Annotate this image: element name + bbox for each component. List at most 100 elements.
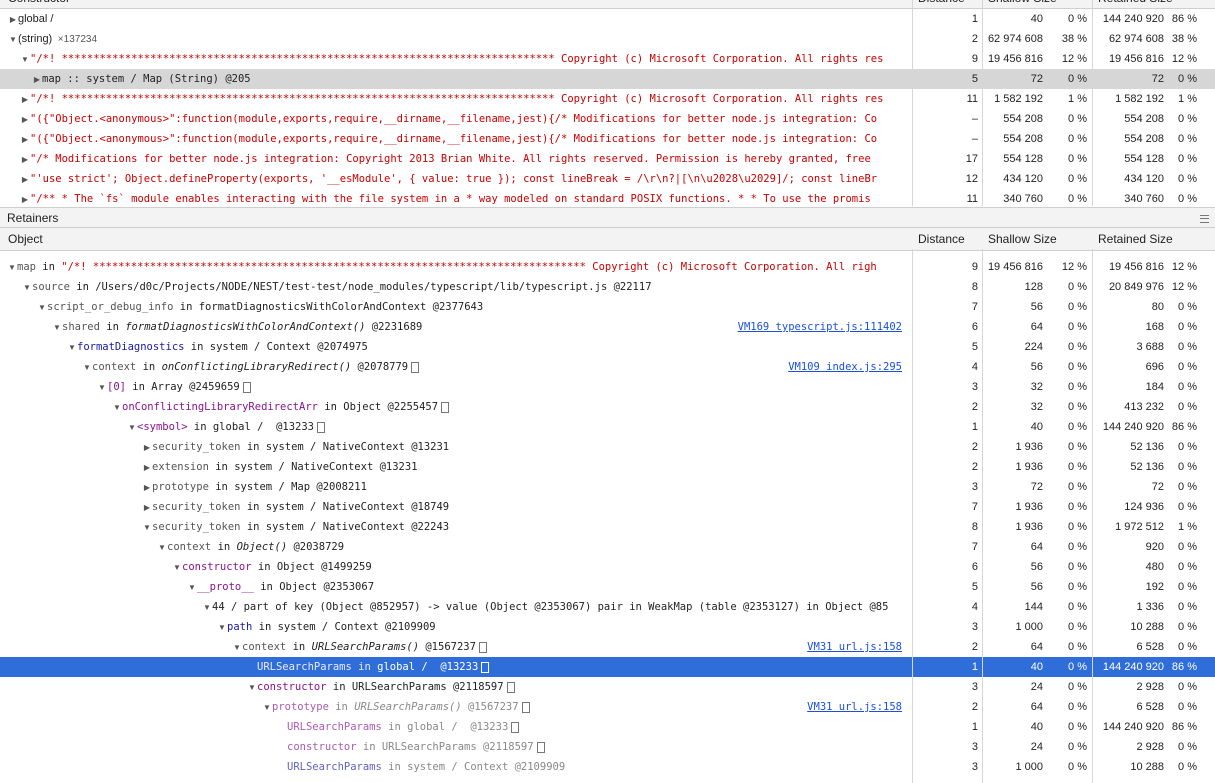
shallow-size-cell: 340 760 [1003,193,1043,205]
constructor-row[interactable]: ▼"/*! **********************************… [0,49,1215,69]
retained-size-cell: 62 974 608 [1108,33,1164,45]
reveal-icon[interactable] [481,661,490,673]
constructor-row[interactable]: ▼(string) ×137234 2 62 974 608 38 % 62 974 6… [0,29,1215,49]
expand-down-icon[interactable]: ▼ [22,278,32,297]
expand-right-icon[interactable]: ▶ [142,458,152,477]
retainer-row[interactable]: ▼path in system / Context @2109909 3 1 000… [0,617,1215,637]
expand-down-icon[interactable]: ▼ [82,358,92,377]
expand-right-icon[interactable]: ▶ [142,498,152,517]
expand-down-icon[interactable]: ▼ [157,538,167,557]
retainer-row[interactable]: ▼security_token in system / NativeContex… [0,517,1215,537]
retainer-row[interactable]: ▼44 / part of key (Object @852957) -> va… [0,597,1215,617]
retainer-row[interactable]: ▶ security_token in system / NativeContex… [0,437,1215,457]
expand-right-icon[interactable]: ▶ [142,478,152,497]
retainer-row[interactable]: ▼<symbol> in global / @13233 1 40 0 % 144 24… [0,417,1215,437]
retained-size-column-header[interactable]: Retained Size [1098,0,1173,8]
retainer-row[interactable]: ▼source in /Users/d0c/Projects/NODE/NEST… [0,277,1215,297]
constructor-row[interactable]: ▶ map :: system / Map (String) @205 5 72 0 %… [0,69,1215,89]
row-text-part: prototype [272,701,329,713]
reveal-icon[interactable] [521,701,530,713]
reveal-icon[interactable] [317,421,326,433]
expand-down-icon[interactable]: ▼ [67,338,77,357]
expand-down-icon[interactable]: ▼ [97,378,107,397]
shallow-size-column-header[interactable]: Shallow Size [988,228,1057,250]
expand-down-icon[interactable]: ▼ [247,678,257,697]
retainer-row[interactable]: ▶ prototype in system / Map @2008211 3 72 0 … [0,477,1215,497]
retainer-row[interactable]: ▼map in "/*! ***************************… [0,257,1215,277]
retainer-row[interactable]: ▼formatDiagnostics in system / Context @… [0,337,1215,357]
constructor-row[interactable]: ▶ "/*! **********************************… [0,89,1215,109]
retainer-row[interactable]: ▼__proto__ in Object @2353067 5 56 0 % 192 0 … [0,577,1215,597]
expand-down-icon[interactable]: ▼ [142,518,152,537]
retainer-row[interactable]: ▼onConflictingLibraryRedirectArr in Obje… [0,397,1215,417]
source-link[interactable]: VM169 typescript.js:111402 [738,317,902,337]
retainer-row[interactable]: ▼context in Object() @2038729 7 64 0 % 920 0 … [0,537,1215,557]
source-link[interactable]: VM31 url.js:158 [807,637,902,657]
retained-size-column-header[interactable]: Retained Size [1098,228,1173,250]
distance-cell: 17 [965,153,978,165]
constructor-row[interactable]: ▶ "/* Modifications for better node.js in… [0,149,1215,169]
expand-down-icon[interactable]: ▼ [8,30,18,49]
expand-right-icon[interactable]: ▶ [20,130,30,149]
expand-right-icon[interactable]: ▶ [20,150,30,169]
constructor-row[interactable]: ▶ "/** * The `fs` module enables interact… [0,189,1215,206]
reveal-icon[interactable] [242,381,251,393]
retained-percent-cell: 0 % [1178,581,1197,593]
menu-icon[interactable] [1200,215,1209,223]
expand-down-icon[interactable]: ▼ [37,298,47,317]
retainer-row[interactable]: URLSearchParams in global / @13233 1 40 0 %… [0,717,1215,737]
reveal-icon[interactable] [478,641,487,653]
expand-down-icon[interactable]: ▼ [52,318,62,337]
expand-down-icon[interactable]: ▼ [202,598,212,617]
row-text-part: in system / Context @2074975 [184,341,368,353]
retainer-row[interactable]: URLSearchParams in global / @13233 1 40 0 %… [0,657,1215,677]
constructor-column-header[interactable]: Constructor [8,0,70,8]
object-column-header[interactable]: Object [8,228,43,250]
retainer-row[interactable]: ▼context in URLSearchParams() @1567237 VM… [0,637,1215,657]
distance-column-header[interactable]: Distance [918,0,965,8]
expand-down-icon[interactable]: ▼ [127,418,137,437]
retainer-row[interactable]: ▼script_or_debug_info in formatDiagnosti… [0,297,1215,317]
reveal-icon[interactable] [411,361,420,373]
retainer-row[interactable]: ▼prototype in URLSearchParams() @1567237… [0,697,1215,717]
retainer-row[interactable]: ▼shared in formatDiagnosticsWithColorAnd… [0,317,1215,337]
expand-down-icon[interactable]: ▼ [112,398,122,417]
expand-down-icon[interactable]: ▼ [187,578,197,597]
source-link[interactable]: VM109 index.js:295 [788,357,902,377]
expand-right-icon[interactable]: ▶ [20,190,30,206]
reveal-icon[interactable] [441,401,450,413]
constructor-row[interactable]: ▶ "({"Object.<anonymous>":function(module… [0,129,1215,149]
constructor-row[interactable]: ▶ global / 1 40 0 % 144 240 920 86 % [0,9,1215,29]
retainer-row[interactable]: ▼[0] in Array @2459659 3 32 0 % 184 0 % [0,377,1215,397]
retainer-row[interactable]: ▶ extension in system / NativeContext @13… [0,457,1215,477]
distance-cell: 7 [971,501,978,513]
retainer-row[interactable]: ▶ security_token in system / NativeContex… [0,497,1215,517]
expand-right-icon[interactable]: ▶ [20,170,30,189]
expand-right-icon[interactable]: ▶ [20,110,30,129]
retainer-row[interactable]: ▼constructor in URLSearchParams @2118597… [0,677,1215,697]
expand-down-icon[interactable]: ▼ [20,50,30,69]
retainer-row[interactable]: URLSearchParams in system / Context @210… [0,757,1215,777]
expand-down-icon[interactable]: ▼ [172,558,182,577]
constructor-row[interactable]: ▶ "({"Object.<anonymous>":function(module… [0,109,1215,129]
reveal-icon[interactable] [536,741,545,753]
expand-down-icon[interactable]: ▼ [232,638,242,657]
expand-down-icon[interactable]: ▼ [7,258,17,277]
retainer-row[interactable]: ▼context in onConflictingLibraryRedirect… [0,357,1215,377]
expand-down-icon[interactable]: ▼ [262,698,272,717]
constructor-table-header: Constructor Distance Shallow Size Retain… [0,0,1215,9]
shallow-size-column-header[interactable]: Shallow Size [988,0,1057,8]
expand-right-icon[interactable]: ▶ [142,438,152,457]
constructor-row[interactable]: ▶ "'use strict'; Object.defineProperty(ex… [0,169,1215,189]
distance-column-header[interactable]: Distance [918,228,965,250]
row-text-part: onConflictingLibraryRedirect() [161,361,352,373]
expand-right-icon[interactable]: ▶ [32,70,42,89]
retainer-row[interactable]: ▼constructor in Object @1499259 6 56 0 % 480… [0,557,1215,577]
reveal-icon[interactable] [511,721,520,733]
expand-right-icon[interactable]: ▶ [8,10,18,29]
reveal-icon[interactable] [506,681,515,693]
expand-right-icon[interactable]: ▶ [20,90,30,109]
expand-down-icon[interactable]: ▼ [217,618,227,637]
retainer-row[interactable]: constructor in URLSearchParams @2118597 3… [0,737,1215,757]
source-link[interactable]: VM31 url.js:158 [807,697,902,717]
